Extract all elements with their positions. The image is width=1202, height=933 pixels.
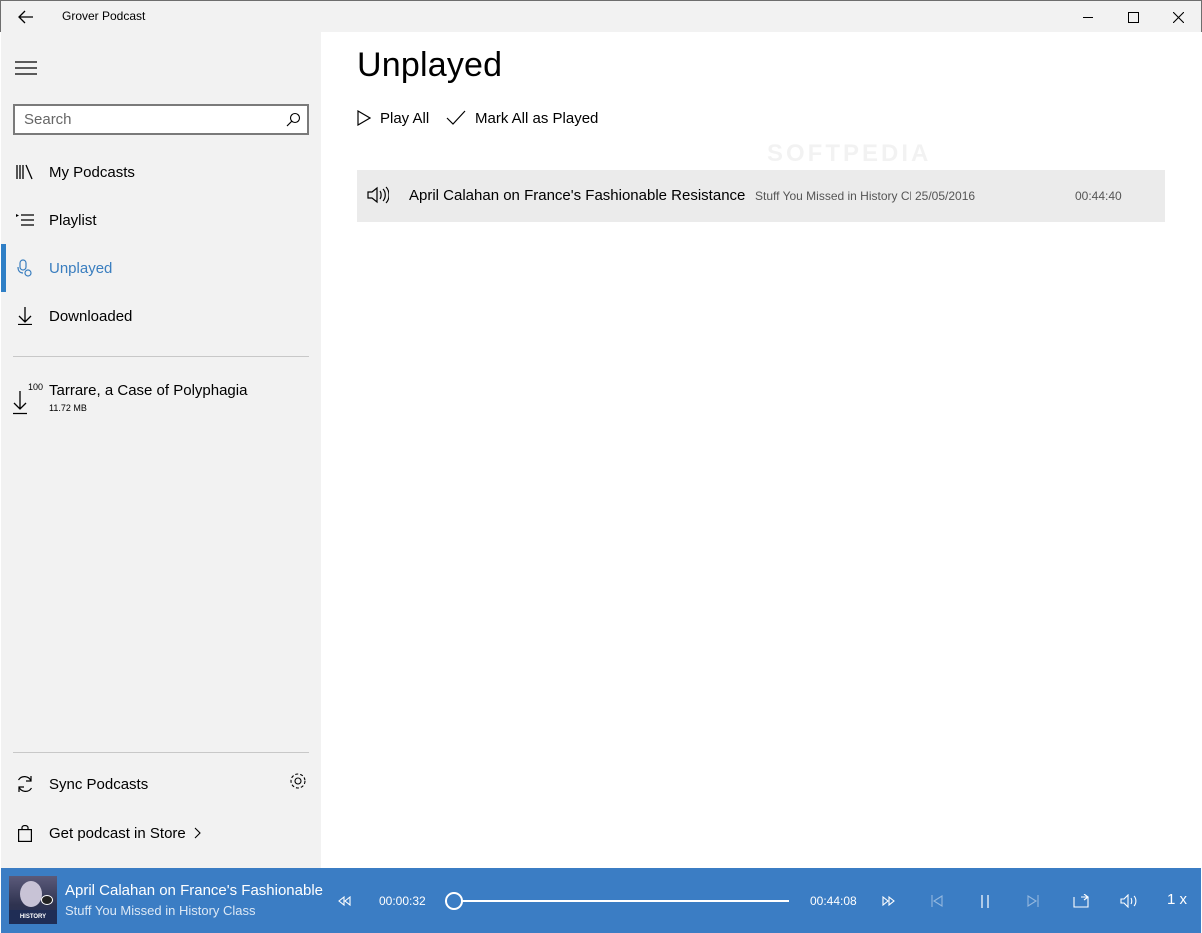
next-button[interactable] [1019,887,1047,915]
title-bar: Grover Podcast [0,0,1202,32]
close-button[interactable] [1155,2,1201,32]
fast-forward-icon [882,896,895,906]
now-playing-title: April Calahan on France's Fashionable [65,882,324,899]
mark-all-label: Mark All as Played [475,109,599,127]
fast-forward-button[interactable] [875,887,903,915]
volume-icon [1120,894,1137,908]
sidebar-divider [13,356,309,357]
elapsed-time: 00:00:32 [379,894,426,908]
download-progress: 100 [28,382,44,392]
playlist-icon [16,214,34,226]
hamburger-icon [15,61,37,75]
artwork-text: HISTORY CLASS [9,910,57,924]
nav-playlist[interactable]: Playlist [1,196,321,244]
cast-icon [1073,894,1089,908]
checkmark-icon [446,110,466,125]
nav-downloaded[interactable]: Downloaded [1,292,321,340]
sync-label: Sync Podcasts [49,775,149,793]
nav-label: Playlist [49,211,97,229]
store-label: Get podcast in Store [49,824,186,842]
watermark: SOFTPEDIA [767,140,932,167]
speaker-icon [367,186,389,204]
download-progress-indicator: 100 [13,382,49,422]
unplayed-icon [17,259,32,277]
search-input[interactable] [15,106,275,133]
download-item[interactable]: 100 Tarrare, a Case of Polyphagia 11.72 … [1,377,321,425]
get-podcast-store-link[interactable]: Get podcast in Store [1,809,321,857]
close-icon [1172,11,1184,23]
nav-unplayed[interactable]: Unplayed [1,244,321,292]
nav-label: Unplayed [49,259,113,277]
pause-icon [981,894,989,908]
download-size: 11.72 MB [49,403,87,413]
maximize-button[interactable] [1110,2,1156,32]
sidebar: My Podcasts Playlist Unplayed Downloaded… [1,32,321,868]
pause-button[interactable] [971,887,999,915]
rewind-button[interactable] [330,887,358,915]
now-playing-show: Stuff You Missed in History Class [65,903,256,918]
mark-all-played-button[interactable]: Mark All as Played [446,106,598,130]
main-content: Unplayed Play All Mark All as Played SOF… [321,32,1201,868]
volume-button[interactable] [1115,887,1143,915]
play-all-label: Play All [380,109,430,127]
download-icon [13,391,27,415]
search-icon[interactable] [286,112,301,127]
back-arrow-icon [18,10,33,24]
download-icon [18,307,32,325]
back-button[interactable] [9,2,43,32]
episode-row[interactable]: April Calahan on France's Fashionable Re… [357,170,1165,222]
minimize-icon [1083,17,1093,18]
podcast-artwork[interactable]: HISTORY CLASS [9,876,57,924]
sidebar-divider [13,752,309,753]
next-track-icon [1027,895,1039,907]
sync-podcasts-button[interactable]: Sync Podcasts [1,760,321,808]
window-title: Grover Podcast [62,9,146,23]
previous-track-icon [931,895,943,907]
previous-button[interactable] [923,887,951,915]
settings-gear-icon[interactable] [289,772,307,790]
episode-show: Stuff You Missed in History Cl [755,189,911,203]
remaining-time: 00:44:08 [810,894,857,908]
search-box [13,104,309,135]
episode-duration: 00:44:40 [1075,189,1122,203]
maximize-icon [1127,11,1139,23]
store-bag-icon [18,824,32,842]
episode-title: April Calahan on France's Fashionable Re… [409,187,746,204]
play-all-button[interactable]: Play All [357,106,429,130]
nav-my-podcasts[interactable]: My Podcasts [1,148,321,196]
minimize-button[interactable] [1065,2,1111,32]
seek-bar[interactable] [445,900,789,902]
hamburger-menu-button[interactable] [12,54,40,82]
nav-label: My Podcasts [49,163,135,181]
sync-icon [17,776,33,792]
seek-thumb[interactable] [445,892,464,910]
chevron-right-icon [194,827,201,839]
library-icon [16,164,33,180]
rewind-icon [338,896,351,906]
nav-label: Downloaded [49,307,133,325]
playback-rate-button[interactable]: 1 x [1167,891,1187,908]
download-name: Tarrare, a Case of Polyphagia [49,382,248,399]
play-icon [357,110,371,126]
episode-date: 25/05/2016 [915,189,976,203]
page-title: Unplayed [357,46,503,84]
player-bar: HISTORY CLASS April Calahan on France's … [1,868,1201,933]
cast-button[interactable] [1067,887,1095,915]
